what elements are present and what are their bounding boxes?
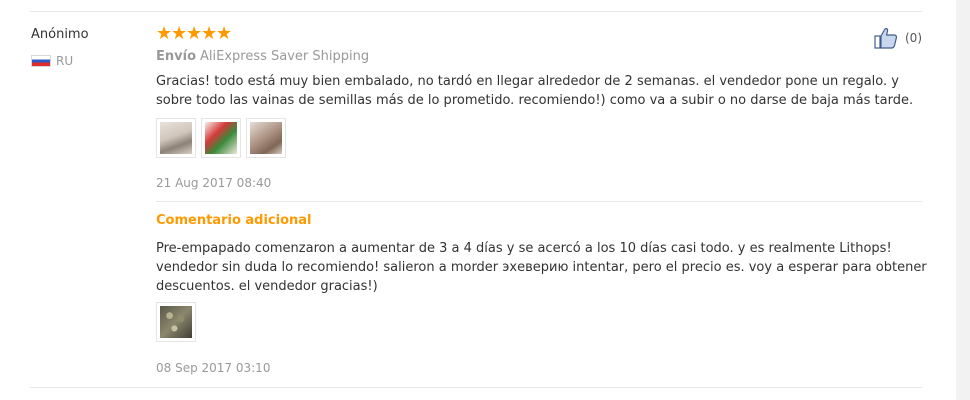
additional-photo-list: [156, 302, 196, 342]
russia-flag-icon: [31, 55, 51, 67]
shipping-info: Envío AliExpress Saver Shipping: [156, 49, 369, 64]
additional-photo-1[interactable]: [156, 302, 196, 342]
page-scroll-rail: [956, 0, 970, 400]
star-icon: ★: [186, 23, 203, 44]
additional-comment-date: 08 Sep 2017 03:10: [156, 361, 271, 375]
review-photo-3[interactable]: [246, 118, 286, 158]
review-bottom-divider: [30, 387, 922, 388]
additional-comment-text: Pre-empapado comenzaron a aumentar de 3 …: [156, 241, 927, 294]
star-icon: ★: [156, 23, 173, 44]
previous-review-cutoff: [156, 0, 216, 5]
review-photo-1[interactable]: [156, 118, 196, 158]
additional-divider: [156, 201, 922, 202]
review-photo-list: [156, 118, 286, 158]
review-photo-2[interactable]: [201, 118, 241, 158]
review-top-divider: [30, 11, 922, 12]
review-date: 21 Aug 2017 08:40: [156, 176, 272, 190]
shipping-method: AliExpress Saver Shipping: [200, 49, 370, 64]
helpful-button[interactable]: (0): [874, 27, 922, 49]
star-rating: ★ ★ ★ ★ ★: [156, 23, 233, 44]
star-icon: ★: [216, 23, 233, 44]
shipping-label: Envío: [156, 49, 196, 64]
country-code: RU: [56, 54, 74, 68]
star-icon: ★: [201, 23, 218, 44]
helpful-count: (0): [905, 31, 922, 45]
star-icon: ★: [171, 23, 188, 44]
reviewer-country: RU: [31, 54, 73, 68]
thumbs-up-icon: [874, 28, 898, 49]
additional-comment-label: Comentario adicional: [156, 213, 312, 228]
reviewer-name: Anónimo: [31, 27, 89, 42]
review-text: Gracias! todo está muy bien embalado, no…: [156, 74, 914, 108]
